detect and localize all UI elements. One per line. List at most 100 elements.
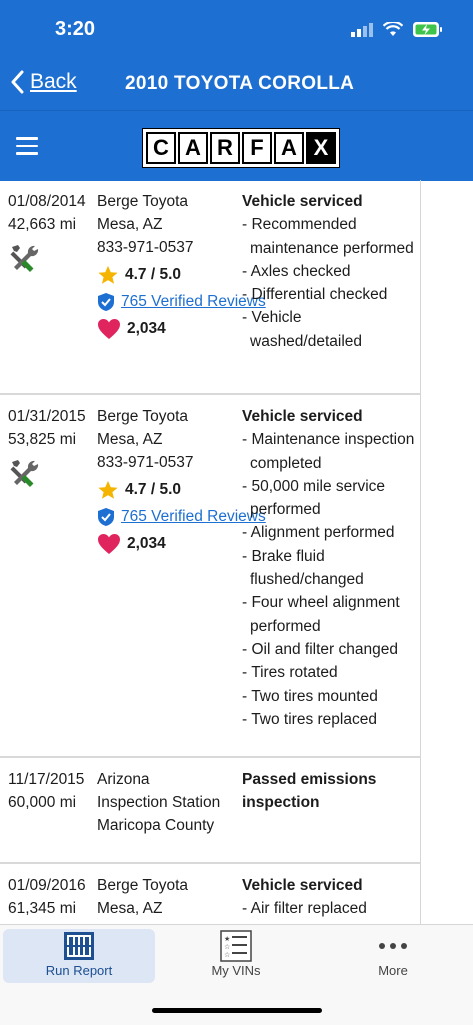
logo-letter: R bbox=[210, 132, 240, 164]
source-location: Mesa, AZ bbox=[97, 431, 163, 448]
detail-list: - Recommended maintenance performed - Ax… bbox=[242, 213, 417, 353]
logo-letter: A bbox=[178, 132, 208, 164]
svg-text:☆: ☆ bbox=[224, 951, 230, 959]
detail-list: - Air filter replaced bbox=[242, 897, 417, 920]
back-button[interactable]: Back bbox=[10, 70, 77, 94]
tab-label: Run Report bbox=[45, 963, 113, 978]
svg-text:☆: ☆ bbox=[224, 943, 230, 951]
source-phone[interactable]: 833-971-0537 bbox=[97, 451, 266, 474]
source-name: Berge Toyota bbox=[97, 408, 189, 425]
record-headline: Vehicle serviced bbox=[242, 193, 363, 210]
record-mileage: 53,825 mi bbox=[8, 431, 77, 448]
record-headline: Vehicle serviced bbox=[242, 877, 363, 894]
tab-label: My VINs bbox=[211, 963, 261, 978]
detail-item: - Oil and filter changed bbox=[242, 640, 398, 658]
heart-icon bbox=[98, 318, 120, 339]
source-location: Mesa, AZ bbox=[97, 900, 163, 917]
record-mileage: 42,663 mi bbox=[8, 216, 77, 233]
history-record: 01/09/2016 61,345 mi Berge Toyota Mesa, … bbox=[0, 864, 420, 924]
carfax-logo: C A R F A X bbox=[142, 128, 340, 168]
service-tools-icon bbox=[10, 245, 39, 273]
rating-row: 4.7 / 5.0 bbox=[97, 263, 266, 286]
source-name: Berge Toyota bbox=[97, 193, 189, 210]
detail-item: - Two tires replaced bbox=[242, 710, 377, 728]
verified-shield-icon bbox=[98, 507, 114, 526]
record-source-col: Arizona Inspection Station Maricopa Coun… bbox=[97, 768, 220, 837]
record-mileage: 60,000 mi bbox=[8, 794, 77, 811]
logo-letter: F bbox=[242, 132, 272, 164]
home-indicator bbox=[152, 1008, 322, 1013]
source-location: Inspection Station bbox=[97, 794, 221, 811]
record-date-col: 01/08/2014 42,663 mi bbox=[8, 190, 86, 281]
list-icon: ★☆☆ bbox=[220, 930, 252, 962]
star-icon bbox=[98, 265, 118, 284]
record-date-col: 01/31/2015 53,825 mi bbox=[8, 405, 86, 496]
record-details-col: Vehicle serviced - Recommended maintenan… bbox=[242, 190, 417, 353]
record-date: 01/09/2016 bbox=[8, 877, 86, 894]
detail-item: - Tires rotated bbox=[242, 664, 338, 682]
record-date-col: 11/17/2015 60,000 mi bbox=[8, 768, 84, 814]
record-mileage: 61,345 mi bbox=[8, 900, 77, 917]
chevron-left-icon bbox=[11, 70, 24, 94]
record-headline: Passed emissions inspection bbox=[242, 771, 377, 812]
record-date: 11/17/2015 bbox=[8, 771, 85, 788]
svg-text:★: ★ bbox=[224, 935, 230, 943]
more-dots-icon bbox=[379, 943, 407, 949]
verified-shield-icon bbox=[98, 292, 114, 311]
service-tools-icon bbox=[10, 460, 39, 488]
tab-run-report[interactable]: Run Report bbox=[3, 929, 155, 983]
hamburger-menu-icon[interactable] bbox=[16, 137, 38, 160]
nav-bar: Back 2010 TOYOTA COROLLA bbox=[0, 58, 473, 110]
detail-item: - 50,000 mile service performed bbox=[242, 477, 386, 519]
detail-item: - Brake fluid flushed/changed bbox=[242, 547, 364, 589]
tab-more[interactable]: More bbox=[317, 929, 469, 983]
verified-reviews-link[interactable]: 765 Verified Reviews bbox=[97, 290, 266, 313]
heart-icon bbox=[98, 533, 120, 554]
history-record: 11/17/2015 60,000 mi Arizona Inspection … bbox=[0, 758, 420, 864]
detail-item: - Two tires mounted bbox=[242, 687, 378, 705]
detail-item: - Four wheel alignment performed bbox=[242, 594, 400, 635]
logo-letter: A bbox=[274, 132, 304, 164]
detail-item: - Air filter replaced bbox=[242, 900, 367, 918]
back-label: Back bbox=[30, 70, 77, 93]
source-location: Mesa, AZ bbox=[97, 216, 163, 233]
detail-item: - Maintenance inspection completed bbox=[242, 431, 415, 472]
record-date: 01/08/2014 bbox=[8, 193, 86, 210]
brand-bar: C A R F A X bbox=[0, 110, 473, 181]
source-phone[interactable]: 833-971-0537 bbox=[97, 236, 266, 259]
record-details-col: Vehicle serviced - Air filter replaced bbox=[242, 874, 417, 921]
detail-item: - Differential checked bbox=[242, 286, 388, 304]
logo-letter: C bbox=[146, 132, 176, 164]
favorites-row: 2,034 bbox=[97, 317, 266, 340]
rating-row: 4.7 / 5.0 bbox=[97, 478, 266, 501]
favorites-row: 2,034 bbox=[97, 532, 266, 555]
record-date-col: 01/09/2016 61,345 mi bbox=[8, 874, 86, 920]
status-bar: 3:20 bbox=[0, 0, 473, 58]
history-record: 01/08/2014 42,663 mi Berge Toyota Mesa, … bbox=[0, 180, 420, 395]
star-icon bbox=[98, 480, 118, 499]
source-county: Maricopa County bbox=[97, 817, 215, 834]
record-date: 01/31/2015 bbox=[8, 408, 86, 425]
detail-item: - Alignment performed bbox=[242, 524, 395, 542]
source-name: Arizona bbox=[97, 771, 150, 788]
record-source-col: Berge Toyota Mesa, AZ 833-971-0537 4.7 /… bbox=[97, 405, 266, 555]
logo-letter: X bbox=[306, 132, 336, 164]
history-list[interactable]: 01/08/2014 42,663 mi Berge Toyota Mesa, … bbox=[0, 180, 421, 924]
source-name: Berge Toyota bbox=[97, 877, 189, 894]
record-source-col: Berge Toyota Mesa, AZ 833-971-0537 4.7 /… bbox=[97, 190, 266, 340]
rating-value: 4.7 / 5.0 bbox=[125, 266, 182, 283]
detail-list: - Maintenance inspection completed - 50,… bbox=[242, 428, 417, 731]
battery-charging-icon bbox=[413, 22, 442, 37]
tab-my-vins[interactable]: ★ ☆ ☆ My VINs bbox=[160, 929, 312, 983]
favorites-count: 2,034 bbox=[127, 535, 166, 552]
page-title: 2010 TOYOTA COROLLA bbox=[125, 73, 355, 94]
record-details-col: Passed emissions inspection bbox=[242, 768, 392, 815]
record-details-col: Vehicle serviced - Maintenance inspectio… bbox=[242, 405, 417, 731]
rating-value: 4.7 / 5.0 bbox=[125, 481, 182, 498]
signal-icon bbox=[351, 22, 373, 37]
wifi-icon bbox=[383, 22, 403, 36]
record-source-col: Berge Toyota Mesa, AZ bbox=[97, 874, 188, 920]
status-time: 3:20 bbox=[55, 18, 96, 40]
tab-label: More bbox=[378, 963, 408, 978]
verified-reviews-link[interactable]: 765 Verified Reviews bbox=[97, 505, 266, 528]
